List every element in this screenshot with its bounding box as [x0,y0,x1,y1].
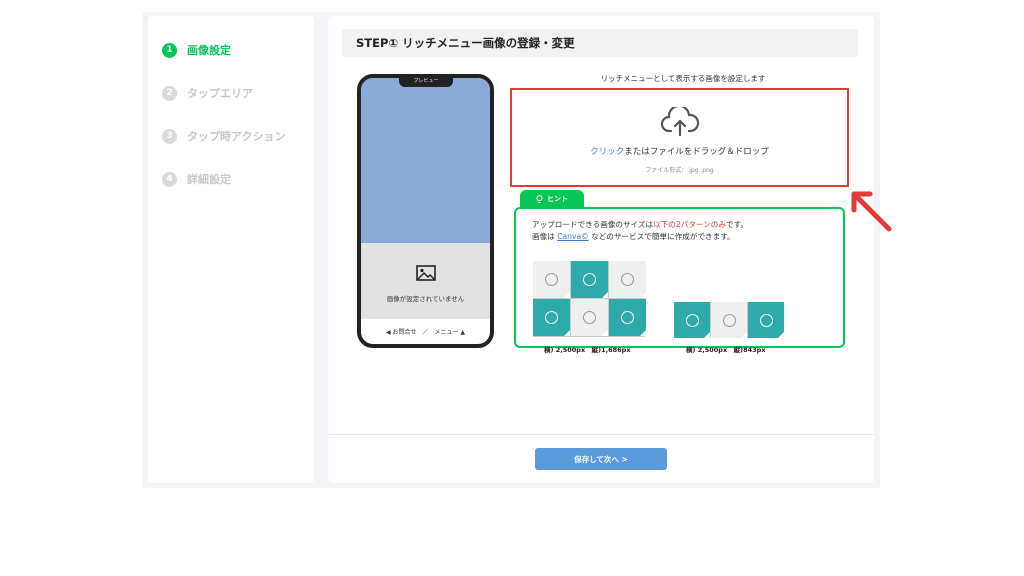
step-number-badge: 3 [162,128,177,144]
step-number-badge: 1 [162,42,177,58]
image-dropzone[interactable]: クリックまたはファイルをドラッグ＆ドロップ ファイル形式：.jpg .png [510,88,849,187]
pattern-large-dimensions: 横) 2,500px 縦)1,686px [544,346,631,354]
preview-chat-area [361,78,490,243]
pattern-tile [533,261,570,298]
pattern-tile [609,261,646,298]
cloud-upload-icon [660,107,700,137]
pattern-tile [674,302,710,338]
lightbulb-icon [536,194,543,203]
pattern-tile [711,302,747,338]
sidebar-step-label: タップ時アクション [187,130,286,143]
clock-icon [583,273,596,286]
file-format-text: ファイル形式：.jpg .png [645,167,714,174]
preview-footer: ◀ お問合せ ／ メニュー ▲ [361,319,490,344]
document-icon [545,273,558,286]
step-number-badge: 2 [162,85,177,101]
hint-tab-label: ヒント [547,195,568,203]
page-title: STEP① リッチメニュー画像の登録・変更 [342,29,858,57]
preview-footer-inquiry: ◀ お問合せ [385,329,417,336]
sidebar-step-tap-action[interactable]: 3 タップ時アクション [162,128,285,144]
hint-canva-text: 画像は Canva© などのサービスで簡単に作成ができます。 [532,232,735,241]
step-number-badge: 4 [162,171,177,187]
sidebar-step-label: 画像設定 [187,44,231,57]
dropzone-instruction: クリックまたはファイルをドラッグ＆ドロップ [590,147,769,157]
phone-preview: プレビュー 画像が設定されていません ◀ お問合せ ／ メニュー ▲ [357,74,494,348]
pattern-tile [609,299,646,336]
pattern-small-dimensions: 横) 2,500px 縦)843px [686,346,766,354]
clock-icon [685,313,699,327]
preview-footer-separator: ／ [422,329,429,336]
sidebar-step-label: 詳細設定 [187,173,231,186]
canva-link[interactable]: Canva© [557,232,589,241]
arrow-icon [851,191,892,232]
no-image-text: 画像が設定されていません [386,295,465,303]
location-pin-icon [583,311,596,324]
pattern-tile [748,302,784,338]
hint-box: アップロードできる画像のサイズは以下の2パターンのみです。 画像は Canva©… [514,207,845,354]
phone-icon [759,313,773,327]
preview-notch-label: プレビュー [399,78,453,87]
footer-divider [328,434,874,435]
preview-richmenu-area: 画像が設定されていません [361,243,490,319]
calendar-icon [722,313,736,327]
sidebar-step-image-settings[interactable]: 1 画像設定 [162,42,231,58]
pattern-tile [571,261,608,298]
sidebar-step-label: タップエリア [187,87,253,100]
sidebar-step-details[interactable]: 4 詳細設定 [162,171,231,187]
main-panel: STEP① リッチメニュー画像の登録・変更 プレビュー 画像が設定されていません… [328,16,892,483]
pattern-tile [571,299,608,336]
calendar-icon [621,273,634,286]
pattern-small-preview [674,302,784,338]
upload-title: リッチメニューとして表示する画像を設定します [600,74,766,83]
sidebar-step-tap-area[interactable]: 2 タップエリア [162,85,253,101]
pattern-large-preview [533,261,646,337]
save-next-button[interactable]: 保存して次へ > [535,448,667,470]
phone-icon [621,311,634,324]
click-link[interactable]: クリック [590,147,624,157]
hint-tab: ヒント [520,190,584,208]
hint-size-text: アップロードできる画像のサイズは以下の2パターンのみです。 [532,220,748,229]
image-icon [416,265,436,281]
sidebar: 1 画像設定 2 タップエリア 3 タップ時アクション 4 詳細設定 [148,16,314,483]
tooth-icon [545,311,558,324]
preview-footer-menu: メニュー ▲ [434,329,466,336]
pattern-tile [533,299,570,336]
